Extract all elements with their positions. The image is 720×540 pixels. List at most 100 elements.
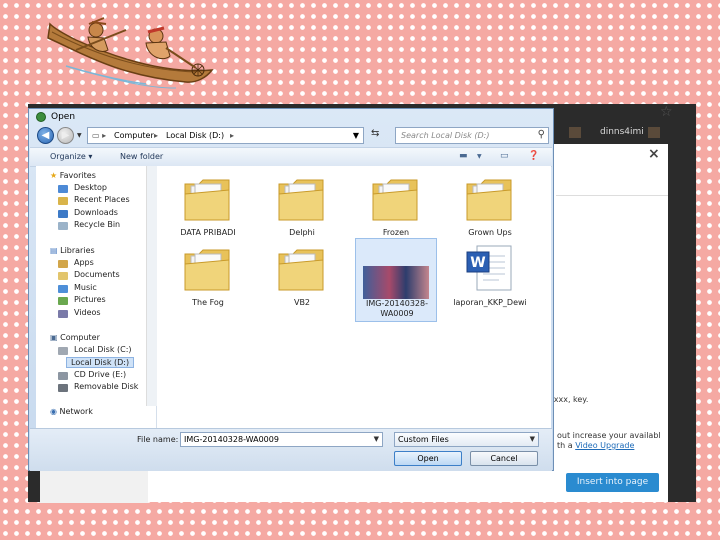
background-text-key: xxxx, key. xyxy=(549,395,589,404)
file-type-select[interactable]: Custom Files ▼ xyxy=(394,432,539,447)
command-toolbar: Organize ▾ New folder ▬ ▼ ▭ ❓ xyxy=(30,147,552,167)
open-dialog: Open ◀ ▶ ▼ ▭ ▸ Computer ▸ Local Disk (D:… xyxy=(28,108,554,471)
background-left-panel xyxy=(40,470,148,503)
breadcrumb-computer[interactable]: Computer xyxy=(114,131,154,140)
chevron-down-icon[interactable]: ▼ xyxy=(477,153,482,160)
title-bar: Open xyxy=(29,109,553,127)
video-upgrade-link[interactable]: Video Upgrade xyxy=(575,441,634,450)
open-button[interactable]: Open xyxy=(394,451,462,466)
chevron-down-icon[interactable]: ▼ xyxy=(374,433,379,446)
libraries-icon: ▤ xyxy=(50,246,58,255)
folder-item[interactable]: DATA PRIBADI xyxy=(168,168,248,248)
file-name-label: VB2 xyxy=(293,298,311,307)
background-text-line1: out increase your availabl xyxy=(557,431,661,440)
nav-apps[interactable]: Apps xyxy=(74,258,94,267)
removable-disk-icon xyxy=(58,384,68,392)
pictures-icon xyxy=(58,297,68,305)
file-name-label: File name: xyxy=(137,435,179,444)
folder-icon xyxy=(278,249,324,291)
back-button[interactable]: ◀ xyxy=(37,127,54,144)
nav-local-disk-d[interactable]: Local Disk (D:) xyxy=(66,357,135,368)
chevron-right-icon[interactable]: ▸ xyxy=(154,131,158,140)
new-folder-button[interactable]: New folder xyxy=(120,152,163,161)
recent-locations-dropdown[interactable]: ▼ xyxy=(77,132,82,139)
cd-drive-icon xyxy=(58,372,68,380)
avatar[interactable] xyxy=(648,127,660,138)
nav-removable-disk[interactable]: Removable Disk xyxy=(74,382,138,391)
canoe-illustration xyxy=(47,17,214,89)
folder-item[interactable]: The Fog xyxy=(168,238,248,318)
file-name-label: The Fog xyxy=(192,298,224,307)
toolbar-icon[interactable] xyxy=(569,127,581,138)
preview-pane-icon[interactable]: ▭ xyxy=(500,151,509,161)
videos-icon xyxy=(58,310,68,318)
nav-favorites[interactable]: ★ Favorites xyxy=(50,171,96,180)
folder-item[interactable]: Grown Ups xyxy=(450,168,530,248)
network-icon: ◉ xyxy=(50,407,57,416)
folder-icon xyxy=(184,179,230,221)
file-name-label: Grown Ups xyxy=(468,228,512,237)
folder-item[interactable]: VB2 xyxy=(262,238,342,318)
breadcrumb-local-disk-d[interactable]: Local Disk (D:) xyxy=(166,131,224,140)
search-input[interactable]: Search Local Disk (D:) ⚲ xyxy=(395,127,549,144)
nav-videos[interactable]: Videos xyxy=(74,308,101,317)
search-placeholder: Search Local Disk (D:) xyxy=(401,131,490,140)
chevron-down-icon[interactable]: ▼ xyxy=(530,433,535,446)
nav-cd-drive[interactable]: CD Drive (E:) xyxy=(74,370,126,379)
nav-recent-places[interactable]: Recent Places xyxy=(74,195,130,204)
refresh-icon[interactable]: ⇆ xyxy=(371,128,379,139)
nav-local-disk-c[interactable]: Local Disk (C:) xyxy=(74,345,132,354)
app-icon xyxy=(36,112,46,122)
file-name-label: laporan_KKP_Dewi xyxy=(453,298,527,307)
file-name-label: IMG-20140328-WA0009 xyxy=(366,299,428,318)
close-icon[interactable]: × xyxy=(648,146,660,162)
file-type-value: Custom Files xyxy=(398,435,449,444)
word-file-item[interactable]: W laporan_KKP_Dewi xyxy=(450,238,530,318)
image-thumbnail xyxy=(363,266,429,299)
nav-libraries[interactable]: ▤ Libraries xyxy=(50,246,95,255)
chevron-down-icon[interactable]: ▼ xyxy=(353,131,359,140)
nav-downloads[interactable]: Downloads xyxy=(74,208,118,217)
divider xyxy=(556,195,668,196)
forward-button[interactable]: ▶ xyxy=(57,127,74,144)
computer-icon: ▣ xyxy=(50,333,58,342)
recycle-bin-icon xyxy=(58,222,68,230)
file-name-label: DATA PRIBADI xyxy=(180,228,236,237)
folder-item[interactable]: Frozen xyxy=(356,168,436,248)
help-icon[interactable]: ❓ xyxy=(528,151,539,161)
image-file-item[interactable]: IMG-20140328-WA0009 xyxy=(355,238,437,322)
nav-desktop[interactable]: Desktop xyxy=(74,183,107,192)
desktop-icon xyxy=(58,185,68,193)
word-document-icon: W xyxy=(466,245,512,291)
nav-music[interactable]: Music xyxy=(74,283,97,292)
dialog-title: Open xyxy=(51,112,76,122)
music-icon xyxy=(58,285,68,293)
user-name[interactable]: dinns4imi xyxy=(600,127,644,137)
nav-scrollbar[interactable] xyxy=(146,166,157,406)
nav-recycle-bin[interactable]: Recycle Bin xyxy=(74,220,120,229)
folder-icon xyxy=(184,249,230,291)
folder-icon xyxy=(278,179,324,221)
nav-pictures[interactable]: Pictures xyxy=(74,295,106,304)
address-bar[interactable]: ▭ ▸ Computer ▸ Local Disk (D:) ▸ ▼ xyxy=(87,127,364,144)
chevron-right-icon[interactable]: ▸ xyxy=(230,131,234,140)
file-name-input[interactable]: IMG-20140328-WA0009 ▼ xyxy=(180,432,383,447)
insert-into-page-button[interactable]: Insert into page xyxy=(566,473,659,492)
nav-network[interactable]: ◉ Network xyxy=(50,407,93,416)
star-icon: ★ xyxy=(50,171,58,180)
apps-icon xyxy=(58,260,68,268)
nav-documents[interactable]: Documents xyxy=(74,270,120,279)
file-name-value: IMG-20140328-WA0009 xyxy=(184,435,279,444)
file-name-label: Frozen xyxy=(382,228,410,237)
star-icon[interactable]: ☆ xyxy=(660,104,673,120)
nav-computer[interactable]: ▣ Computer xyxy=(50,333,100,342)
search-icon[interactable]: ⚲ xyxy=(538,129,545,140)
organize-button[interactable]: Organize ▾ xyxy=(50,152,92,161)
disk-icon xyxy=(58,347,68,355)
folder-icon xyxy=(466,179,512,221)
change-view-icon[interactable]: ▬ xyxy=(459,151,468,161)
folder-item[interactable]: Delphi xyxy=(262,168,342,248)
cancel-button[interactable]: Cancel xyxy=(470,451,538,466)
file-list: DATA PRIBADI Delphi Frozen Grown Ups The… xyxy=(157,166,551,428)
documents-icon xyxy=(58,272,68,280)
